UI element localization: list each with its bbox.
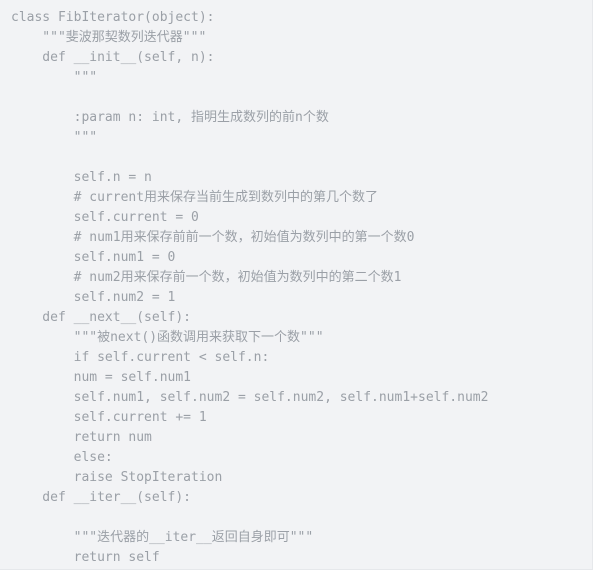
code-line: num = self.num1: [11, 370, 192, 385]
code-line: raise StopIteration: [11, 470, 223, 485]
code-line: def __init__(self, n):: [11, 50, 215, 65]
code-line: if self.current < self.n:: [11, 350, 270, 365]
code-line: def __next__(self):: [11, 310, 192, 325]
code-line: """迭代器的__iter__返回自身即可""": [11, 530, 314, 545]
code-line: self.num1 = 0: [11, 250, 176, 265]
code-line: self.num2 = 1: [11, 290, 176, 305]
code-line: else:: [11, 450, 113, 465]
code-line: # num1用来保存前前一个数，初始值为数列中的第一个数0: [11, 230, 415, 245]
code-line: # current用来保存当前生成到数列中的第几个数了: [11, 190, 379, 205]
code-line: :param n: int, 指明生成数列的前n个数: [11, 110, 329, 125]
code-line: """: [11, 70, 98, 85]
code-line: return num: [11, 430, 152, 445]
code-line: self.n = n: [11, 170, 152, 185]
code-line: self.num1, self.num2 = self.num2, self.n…: [11, 390, 489, 405]
code-line: self.current = 0: [11, 210, 199, 225]
code-lines-container: class FibIterator(object): """斐波那契数列迭代器"…: [0, 8, 592, 568]
code-line: self.current += 1: [11, 410, 207, 425]
code-block: class FibIterator(object): """斐波那契数列迭代器"…: [0, 0, 593, 570]
code-line: """斐波那契数列迭代器""": [11, 30, 207, 45]
code-line: """被next()函数调用来获取下一个数""": [11, 330, 324, 345]
code-line: return self: [11, 550, 160, 565]
code-line: def __iter__(self):: [11, 490, 192, 505]
code-line: # num2用来保存前一个数，初始值为数列中的第二个数1: [11, 270, 402, 285]
code-line: class FibIterator(object):: [11, 10, 215, 25]
code-line: """: [11, 130, 98, 145]
